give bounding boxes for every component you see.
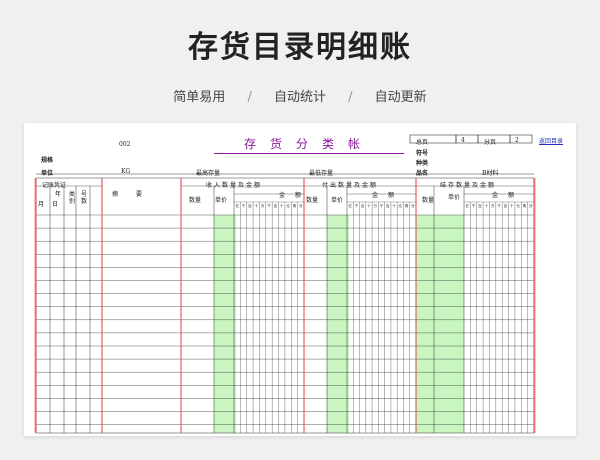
digit-label: 百 bbox=[248, 203, 252, 208]
out-header: 付出数量及金额 bbox=[322, 182, 379, 189]
tag-separator: / bbox=[247, 90, 252, 105]
ledger-sheet: 亿千百十万千百十元角分亿千百十万千百十元角分亿千百十万千百十元角分 002 存货… bbox=[24, 123, 576, 436]
month-label: 月 bbox=[38, 201, 45, 208]
tag-easy: 简单易用 bbox=[173, 90, 226, 105]
ledger-title: 存货分类帐 bbox=[214, 135, 404, 154]
total-page-value-box bbox=[455, 134, 479, 144]
digit-label: 百 bbox=[361, 203, 365, 208]
total-page-label: 总页 bbox=[416, 139, 429, 146]
digit-label: 百 bbox=[386, 203, 390, 208]
digit-label: 元 bbox=[286, 204, 290, 208]
min-stock-label: 最低存量 bbox=[309, 170, 334, 177]
balance-amount-label: 金额 bbox=[492, 192, 525, 199]
voucher-header: 记账凭证 bbox=[42, 182, 67, 189]
summary-label: 摘要 bbox=[112, 191, 161, 198]
balance-header: 结存数量及金额 bbox=[440, 182, 497, 189]
digit-label: 千 bbox=[380, 203, 384, 208]
digit-label: 万 bbox=[261, 204, 265, 208]
balance-price-fill bbox=[416, 215, 464, 433]
category-label: 种类 bbox=[416, 160, 429, 167]
total-page-value: 4 bbox=[461, 137, 465, 144]
out-qty-label: 数量 bbox=[306, 197, 319, 204]
in-price-label: 单价 bbox=[215, 197, 228, 204]
balance-qty-label: 数量 bbox=[422, 197, 435, 204]
sub-page-label: 分页 bbox=[484, 139, 497, 146]
digit-label: 千 bbox=[355, 203, 359, 208]
digit-label: 十 bbox=[280, 203, 284, 208]
digit-label: 元 bbox=[516, 204, 520, 208]
out-amount-label: 金额 bbox=[372, 192, 405, 199]
product-label: 品名 bbox=[416, 170, 429, 177]
feature-tags: 简单易用 / 自动统计 / 自动更新 bbox=[0, 86, 600, 105]
balance-price-label: 单价 bbox=[448, 194, 461, 201]
digit-label: 百 bbox=[274, 203, 278, 208]
unit-label: 单位 bbox=[41, 170, 54, 177]
digit-label: 百 bbox=[478, 203, 482, 208]
unit-value: KG bbox=[121, 168, 131, 175]
sub-page-value-box bbox=[509, 134, 533, 144]
in-qty-label: 数量 bbox=[189, 197, 202, 204]
digit-label: 亿 bbox=[348, 203, 352, 208]
ledger-code: 002 bbox=[119, 141, 131, 148]
digit-label: 十 bbox=[484, 203, 488, 208]
digit-label: 千 bbox=[497, 203, 501, 208]
max-stock-label: 最高存量 bbox=[196, 170, 221, 177]
digit-label: 分 bbox=[529, 203, 533, 208]
out-price-label: 单价 bbox=[331, 197, 344, 204]
out-price-fill bbox=[327, 215, 349, 433]
digit-label: 十 bbox=[392, 203, 396, 208]
in-header: 收入数量及金额 bbox=[206, 182, 263, 189]
tag-separator: / bbox=[348, 90, 353, 105]
digit-label: 百 bbox=[504, 203, 508, 208]
digit-label: 亿 bbox=[465, 203, 469, 208]
spec-label: 规格 bbox=[41, 157, 54, 164]
tag-auto-update: 自动更新 bbox=[374, 90, 427, 105]
product-value: B材料 bbox=[482, 170, 499, 177]
day-label: 日 bbox=[52, 201, 59, 208]
digit-label: 角 bbox=[523, 203, 527, 208]
digit-label: 十 bbox=[367, 203, 371, 208]
tag-auto-stats: 自动统计 bbox=[273, 90, 326, 105]
digit-label: 十 bbox=[510, 203, 514, 208]
number-label: 号数 bbox=[81, 191, 88, 205]
digit-label: 角 bbox=[405, 203, 409, 208]
digit-label: 亿 bbox=[235, 203, 239, 208]
digit-label: 万 bbox=[491, 204, 495, 208]
digit-label: 万 bbox=[373, 204, 377, 208]
digit-label: 千 bbox=[267, 203, 271, 208]
digit-label: 千 bbox=[472, 203, 476, 208]
page-title: 存货目录明细账 bbox=[188, 30, 412, 65]
back-to-index-link[interactable]: 返回目录 bbox=[539, 136, 563, 145]
year-label: 年 bbox=[55, 191, 62, 198]
digit-label: 十 bbox=[254, 203, 258, 208]
in-price-fill bbox=[214, 215, 236, 433]
digit-label: 分 bbox=[411, 203, 415, 208]
digit-label: 角 bbox=[293, 203, 297, 208]
digit-label: 千 bbox=[242, 203, 246, 208]
digit-label: 分 bbox=[299, 203, 303, 208]
symbol-label: 符号 bbox=[416, 150, 429, 157]
type-label: 类别 bbox=[69, 191, 76, 205]
sub-page-value: 2 bbox=[515, 137, 519, 144]
digit-label: 元 bbox=[399, 204, 403, 208]
